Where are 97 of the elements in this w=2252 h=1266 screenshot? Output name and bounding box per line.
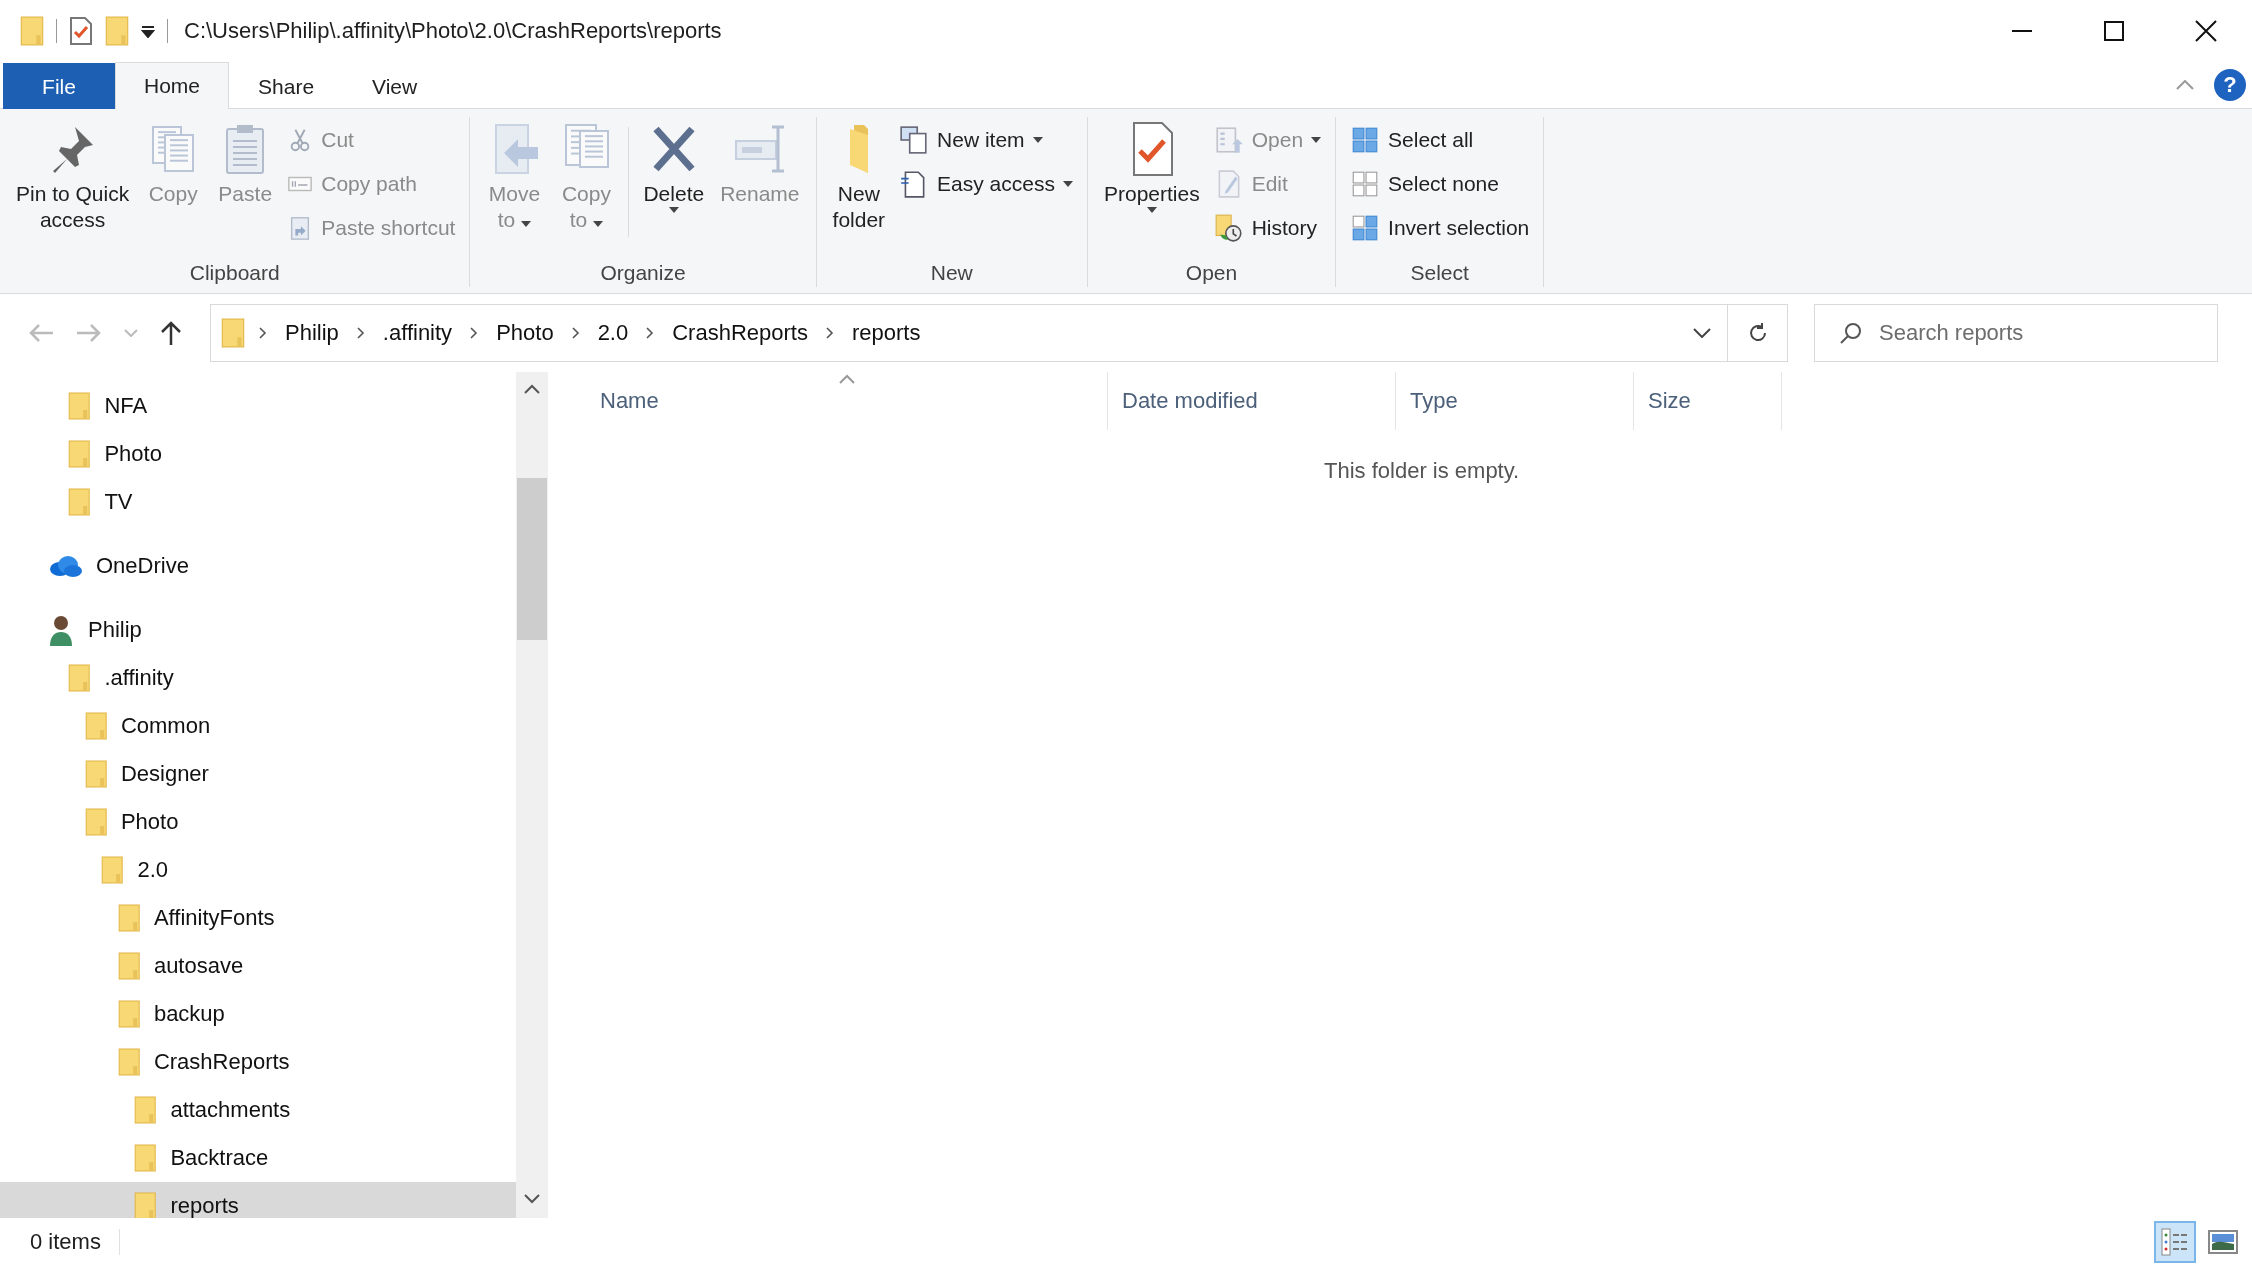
- folder-icon: [134, 1096, 157, 1124]
- nav-item[interactable]: Backtrace: [0, 1134, 516, 1182]
- ribbon-button[interactable]: New folder: [826, 117, 892, 237]
- window-title: C:\Users\Philip\.affinity\Photo\2.0\CrashReports\reports: [184, 18, 722, 44]
- dropdown-icon[interactable]: [141, 24, 155, 38]
- folder-icon: [68, 664, 91, 692]
- ribbon-tab[interactable]: Share: [229, 63, 344, 109]
- ribbon-tab[interactable]: View: [343, 63, 447, 109]
- maximize-icon: [2104, 21, 2124, 41]
- group-label: Organize: [599, 261, 687, 286]
- column-header[interactable]: Type: [1396, 372, 1634, 430]
- folder-icon: [68, 392, 91, 420]
- nav-item[interactable]: TV: [0, 478, 516, 526]
- folder-icon: [84, 712, 107, 740]
- folder-icon: [117, 904, 140, 932]
- nav-item[interactable]: autosave: [0, 942, 516, 990]
- properties-icon[interactable]: [69, 16, 93, 46]
- scroll-up-icon[interactable]: [524, 384, 540, 394]
- file-menu-button[interactable]: File: [3, 63, 115, 109]
- item-count: 0 items: [30, 1229, 120, 1255]
- column-header[interactable]: Name: [586, 372, 1108, 430]
- folder-icon: [84, 760, 107, 788]
- nav-item[interactable]: Photo: [0, 798, 516, 846]
- column-header[interactable]: Date modified: [1108, 372, 1396, 430]
- folder-icon: [105, 16, 129, 46]
- ribbon-tab[interactable]: Home: [115, 62, 230, 109]
- nav-item[interactable]: backup: [0, 990, 516, 1038]
- ribbon-button[interactable]: Easy access: [895, 165, 1077, 203]
- nav-item[interactable]: OneDrive: [0, 542, 516, 590]
- chevron-icon: [571, 327, 580, 339]
- close-icon: [2195, 20, 2217, 42]
- breadcrumb-item[interactable]: 2.0: [593, 320, 633, 346]
- refresh-button[interactable]: [1728, 304, 1788, 362]
- folder-icon: [117, 952, 140, 980]
- chevron-down-icon: [124, 329, 138, 337]
- search-field[interactable]: Search reports: [1814, 304, 2218, 362]
- nav-item[interactable]: 2.0: [0, 846, 516, 894]
- collapse-ribbon-icon[interactable]: [2176, 80, 2194, 90]
- scroll-down-icon[interactable]: [524, 1194, 540, 1204]
- ribbon-button[interactable]: Properties: [1097, 117, 1206, 217]
- nav-item[interactable]: reports: [0, 1182, 516, 1218]
- details-view-button[interactable]: [2154, 1221, 2196, 1263]
- user-icon: [48, 614, 74, 646]
- help-button[interactable]: ?: [2214, 69, 2246, 101]
- group-label: Clipboard: [188, 261, 281, 286]
- nav-item[interactable]: .affinity: [0, 654, 516, 702]
- breadcrumb-item[interactable]: Photo: [492, 320, 558, 346]
- folder-icon: [134, 1192, 157, 1218]
- chevron-icon: [825, 327, 834, 339]
- new-item-icon: [899, 125, 930, 155]
- folder-icon: [68, 488, 91, 516]
- ribbon-button[interactable]: Pin to Quick access: [10, 117, 136, 237]
- nav-item[interactable]: attachments: [0, 1086, 516, 1134]
- breadcrumb-item[interactable]: .affinity: [378, 320, 457, 346]
- folder-icon: [84, 808, 107, 836]
- sort-icon: [838, 374, 855, 384]
- chevron-icon: [356, 327, 365, 339]
- ribbon-button[interactable]: Select none: [1346, 165, 1534, 203]
- chevron-icon: [470, 327, 479, 339]
- ribbon-button[interactable]: History: [1209, 209, 1326, 247]
- folder-icon: [221, 318, 245, 348]
- nav-item[interactable]: Philip: [0, 606, 516, 654]
- history-icon: [1213, 213, 1244, 243]
- nav-item[interactable]: CrashReports: [0, 1038, 516, 1086]
- folder-icon: [117, 1048, 140, 1076]
- ribbon-button[interactable]: Invert selection: [1346, 209, 1534, 247]
- nav-item[interactable]: NFA: [0, 382, 516, 430]
- scrollbar[interactable]: [516, 372, 548, 1218]
- empty-message: This folder is empty.: [1324, 458, 1520, 484]
- group-label: Open: [1184, 261, 1239, 286]
- cloud-icon: [48, 555, 82, 577]
- group-label: New: [929, 261, 974, 286]
- address-bar[interactable]: Philip .affinity Photo 2.0 CrashReports reports: [210, 304, 1728, 362]
- ribbon-button[interactable]: Delete: [637, 117, 711, 217]
- breadcrumb-item[interactable]: reports: [847, 320, 925, 346]
- ribbon-button[interactable]: Select all: [1346, 121, 1534, 159]
- breadcrumb-item[interactable]: CrashReports: [668, 320, 812, 346]
- scrollbar-thumb[interactable]: [517, 478, 547, 640]
- open-icon: [1213, 125, 1244, 155]
- minimize-icon: [2012, 30, 2032, 32]
- dropdown-icon[interactable]: [1693, 328, 1711, 338]
- nav-item[interactable]: AffinityFonts: [0, 894, 516, 942]
- search-icon: [1839, 321, 1863, 345]
- breadcrumb-item[interactable]: Philip: [281, 320, 343, 346]
- folder-icon: [20, 16, 44, 46]
- chevron-icon: [259, 327, 267, 339]
- folder-icon: [68, 440, 91, 468]
- folder-icon: [101, 856, 124, 884]
- group-label: Select: [1409, 261, 1470, 286]
- column-header[interactable]: Size: [1634, 372, 1782, 430]
- nav-item[interactable]: Photo: [0, 430, 516, 478]
- folder-icon: [117, 1000, 140, 1028]
- nav-item[interactable]: Common: [0, 702, 516, 750]
- ribbon-button[interactable]: New item: [895, 121, 1077, 159]
- chevron-icon: [646, 327, 655, 339]
- folder-icon: [134, 1144, 157, 1172]
- nav-item[interactable]: Designer: [0, 750, 516, 798]
